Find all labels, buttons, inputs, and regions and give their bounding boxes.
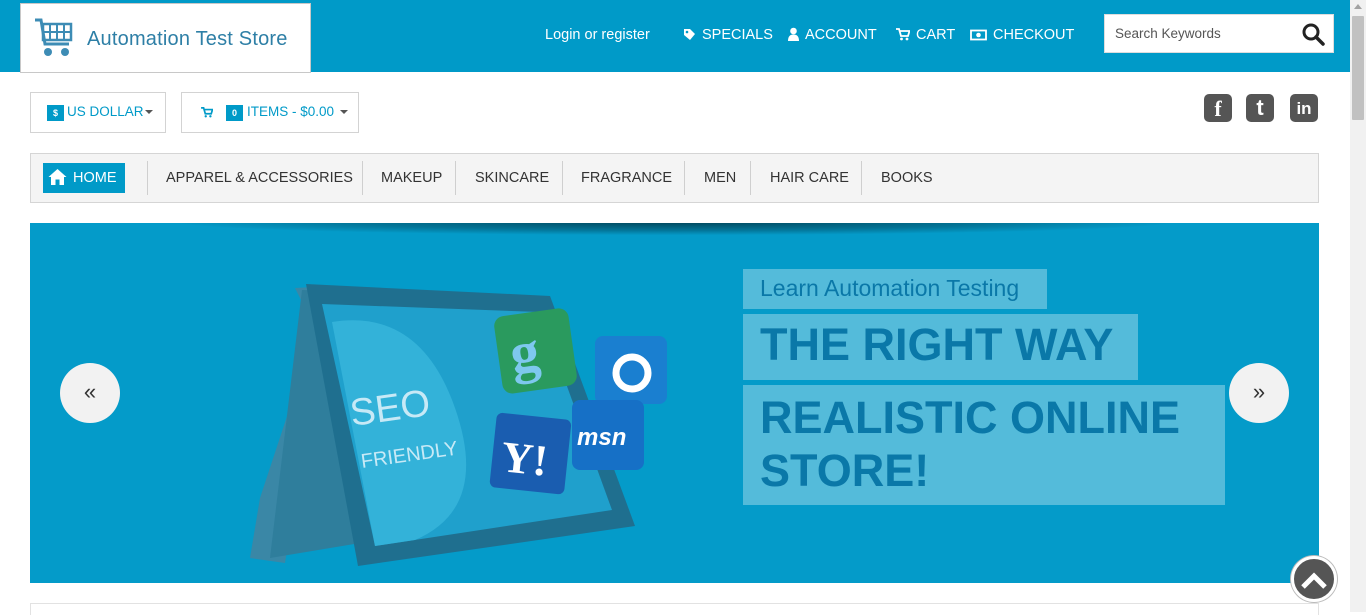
user-icon <box>788 27 799 41</box>
nav-item-fragrance[interactable]: FRAGRANCE <box>581 170 672 186</box>
cart-icon <box>896 28 910 41</box>
slider-next-button[interactable]: » <box>1229 363 1289 423</box>
nav-divider <box>861 161 862 195</box>
login-register-link[interactable]: Login or register <box>545 27 650 43</box>
nav-divider <box>455 161 456 195</box>
nav-home-label: HOME <box>73 170 117 186</box>
content-panel-edge <box>30 603 1319 615</box>
slider-prev-button[interactable]: « <box>60 363 120 423</box>
cart-dropdown[interactable]: 0 ITEMS - $0.00 <box>181 92 359 133</box>
nav-item-makeup[interactable]: MAKEUP <box>381 170 442 186</box>
facebook-icon[interactable]: f <box>1204 94 1232 122</box>
currency-dropdown[interactable]: $ US DOLLAR <box>30 92 166 133</box>
currency-label: US DOLLAR <box>67 104 144 119</box>
checkout-link[interactable]: CHECKOUT <box>970 27 1074 43</box>
nav-item-men[interactable]: MEN <box>704 170 736 186</box>
chevron-up-icon <box>1301 572 1327 589</box>
cart-count-badge: 0 <box>226 105 243 121</box>
checkout-label: CHECKOUT <box>993 27 1075 43</box>
bing-app-icon <box>595 336 667 404</box>
top-header-bar: Automation Test Store Login or register … <box>0 0 1350 73</box>
chevron-down-icon <box>144 110 153 114</box>
nav-home[interactable]: HOME <box>43 163 125 193</box>
banner-top-shadow <box>180 223 1170 235</box>
twitter-icon[interactable]: t <box>1246 94 1274 122</box>
search-box <box>1104 14 1334 53</box>
cart-total-label: ITEMS - $0.00 <box>247 104 335 119</box>
banner-caption-realistic-store: REALISTIC ONLINE STORE! <box>743 385 1225 505</box>
scrollbar-thumb[interactable] <box>1352 16 1364 120</box>
cart-icon <box>201 107 213 118</box>
tag-icon <box>684 29 695 40</box>
page-scrollbar[interactable] <box>1350 0 1366 612</box>
nav-divider <box>562 161 563 195</box>
specials-label: SPECIALS <box>702 27 773 43</box>
nav-divider <box>750 161 751 195</box>
nav-item-books[interactable]: BOOKS <box>881 170 933 186</box>
category-nav: HOME APPAREL & ACCESSORIES MAKEUP SKINCA… <box>30 153 1319 203</box>
nav-item-hair-care[interactable]: HAIR CARE <box>770 170 849 186</box>
account-link[interactable]: ACCOUNT <box>788 27 877 43</box>
currency-symbol-badge: $ <box>47 105 64 121</box>
nav-divider <box>147 161 148 195</box>
hero-banner-slider: SEO FRIENDLY g Y! msn Learn Automation T… <box>30 223 1319 583</box>
specials-link[interactable]: SPECIALS <box>683 27 773 43</box>
msn-image-text: msn <box>577 424 626 451</box>
scroll-to-top-button[interactable] <box>1291 556 1337 602</box>
search-icon[interactable] <box>1301 22 1325 46</box>
yahoo-image-text: Y! <box>499 432 550 486</box>
nav-item-apparel[interactable]: APPAREL & ACCESSORIES <box>166 170 353 186</box>
banner-caption-right-way: THE RIGHT WAY <box>743 314 1138 380</box>
laptop-seo-image: SEO FRIENDLY g Y! msn <box>250 284 667 566</box>
store-logo-text: Automation Test Store <box>87 28 288 50</box>
nav-divider <box>684 161 685 195</box>
nav-item-skincare[interactable]: SKINCARE <box>475 170 549 186</box>
search-input[interactable] <box>1105 15 1295 52</box>
chevron-down-icon <box>340 110 349 114</box>
cart-label: CART <box>916 27 956 43</box>
home-icon <box>48 169 67 185</box>
shopping-cart-logo-icon <box>35 18 73 56</box>
store-logo[interactable]: Automation Test Store <box>20 3 311 73</box>
scroll-up-arrow-icon[interactable] <box>1354 4 1362 9</box>
account-label: ACCOUNT <box>805 27 877 43</box>
banner-caption-learn: Learn Automation Testing <box>743 269 1047 309</box>
money-icon <box>970 29 987 41</box>
cart-link[interactable]: CART <box>896 27 955 43</box>
linkedin-icon[interactable]: in <box>1290 94 1318 122</box>
nav-divider <box>362 161 363 195</box>
